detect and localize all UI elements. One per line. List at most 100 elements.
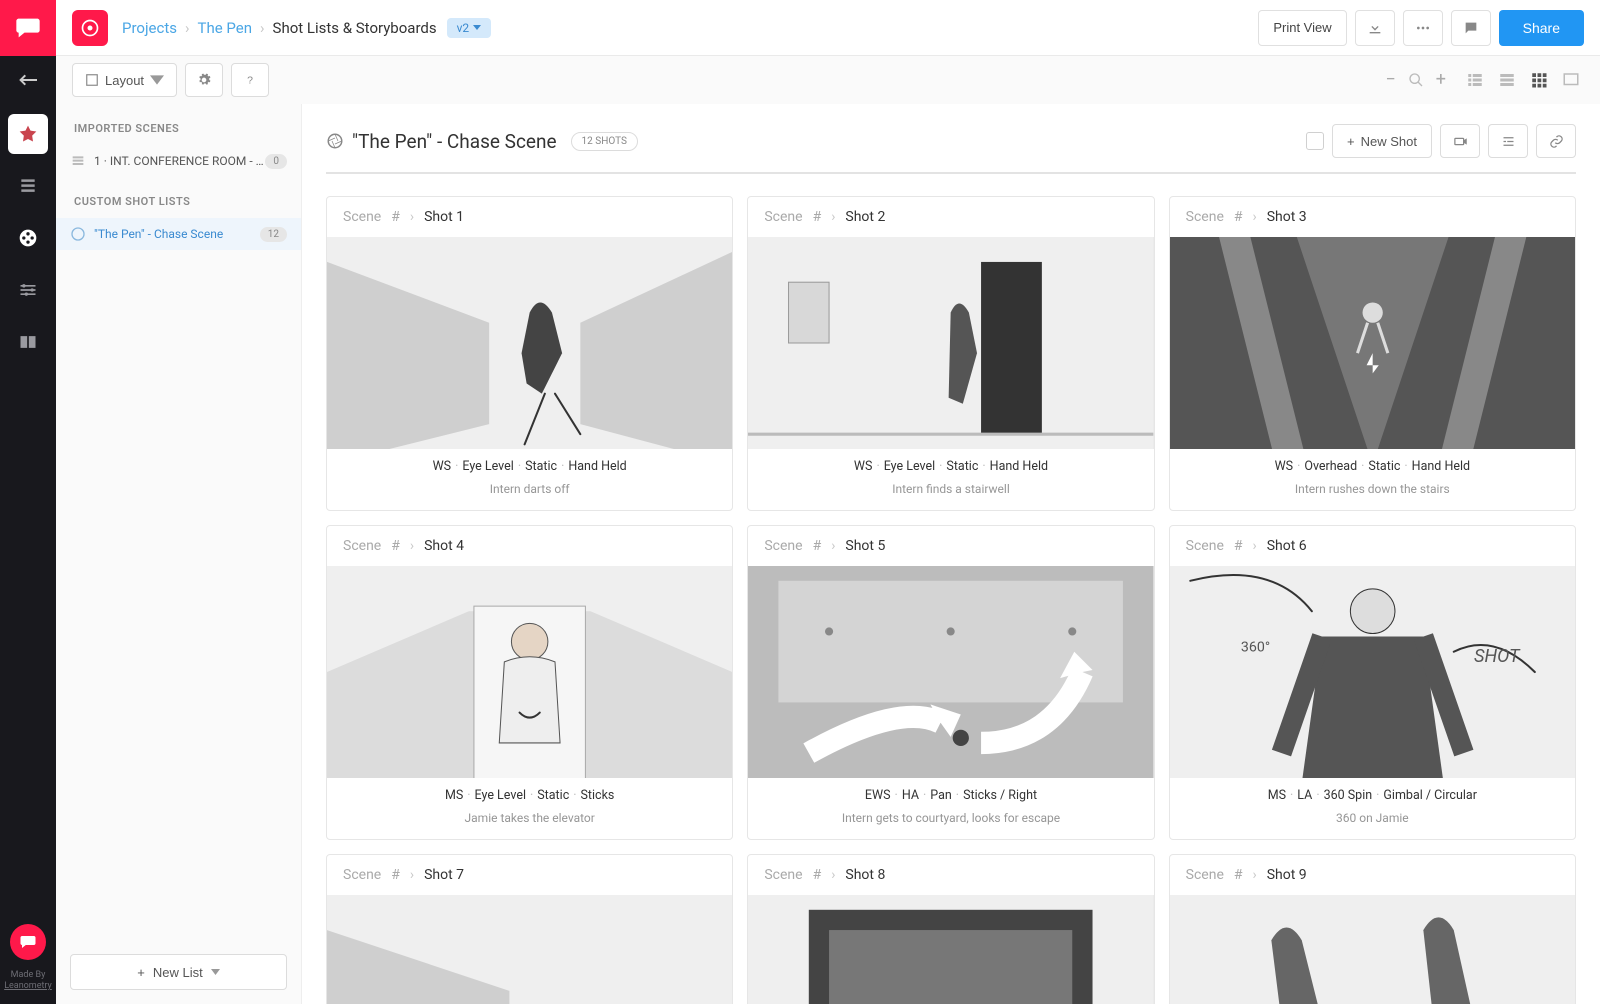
shot-card-header: Scene # › Shot 6 [1170,526,1575,566]
custom-list-label: "The Pen" - Chase Scene [94,227,260,241]
custom-list-row[interactable]: "The Pen" - Chase Scene 12 [56,218,301,250]
scene-hash: # [391,538,400,554]
shot-label: Shot 4 [424,538,464,554]
storyboard-image[interactable] [748,895,1153,1004]
add-columns-button[interactable] [1488,124,1528,158]
help-button[interactable]: ? [231,63,269,97]
new-shot-button[interactable]: + New Shot [1332,124,1432,158]
shot-card[interactable]: Scene # › Shot 5 EWS·HA·Pan·Sticks / Rig… [747,525,1154,840]
app-logo[interactable] [0,0,56,56]
shot-card-header: Scene # › Shot 4 [327,526,732,566]
shot-description: 360 on Jamie [1170,807,1575,839]
shot-tags: EWS·HA·Pan·Sticks / Right [748,778,1153,807]
rail-item-shotlist[interactable] [8,218,48,258]
view-grid-button[interactable] [1526,69,1552,91]
settings-button[interactable] [185,63,223,97]
shot-label: Shot 5 [845,538,885,554]
more-button[interactable] [1403,10,1443,46]
page-title: "The Pen" - Chase Scene [326,130,557,153]
scene-icon [70,153,86,169]
storyboard-image[interactable] [327,237,732,449]
camera-icon [1453,134,1468,149]
svg-text:SHOT: SHOT [1474,646,1521,667]
chat-icon [1463,20,1479,36]
zoom-out-button[interactable]: − [1385,71,1395,89]
breadcrumb-page: Shot Lists & Storyboards [273,19,437,37]
scene-hash: # [1234,867,1243,883]
storyboard-image[interactable] [748,566,1153,778]
shot-card-header: Scene # › Shot 9 [1170,855,1575,895]
layout-dropdown[interactable]: Layout [72,63,177,97]
shot-label: Shot 6 [1267,538,1307,554]
plus-icon: + [1347,134,1355,149]
shot-card[interactable]: Scene # › Shot 7 [326,854,733,1004]
shot-card[interactable]: Scene # › Shot 1 WS·Eye Level·Static·Han… [326,196,733,511]
shot-tags: WS·Eye Level·Static·Hand Held [748,449,1153,478]
shot-tags: MS·LA·360 Spin·Gimbal / Circular [1170,778,1575,807]
scene-label: Scene [343,867,381,883]
chevron-right-icon: › [185,19,190,37]
project-icon[interactable] [72,10,108,46]
storyboard-image[interactable] [1170,237,1575,449]
scene-hash: # [813,867,822,883]
version-dropdown[interactable]: v2 [447,18,492,38]
rail-item-documents[interactable] [8,166,48,206]
camera-button[interactable] [1440,124,1480,158]
shot-card[interactable]: Scene # › Shot 9 [1169,854,1576,1004]
scene-hash: # [1234,538,1243,554]
rail-credit: Made ByLeanometry [4,970,52,992]
search-icon[interactable] [1408,72,1424,88]
question-icon: ? [243,73,257,87]
columns-icon [1501,134,1516,149]
scene-hash: # [391,867,400,883]
imported-scenes-heading: IMPORTED SCENES [56,104,301,145]
shot-label: Shot 9 [1267,867,1307,883]
export-button[interactable] [1355,10,1395,46]
rail-item-project[interactable] [8,114,48,154]
chevron-right-icon: › [831,867,835,883]
shot-card-header: Scene # › Shot 5 [748,526,1153,566]
shot-card-header: Scene # › Shot 2 [748,197,1153,237]
shot-card[interactable]: Scene # › Shot 2 WS·Eye Level·Static·Han… [747,196,1154,511]
left-rail: Made ByLeanometry [0,0,56,1004]
storyboard-image[interactable] [1170,895,1575,1004]
view-rows-button[interactable] [1494,69,1520,91]
chevron-down-icon [473,25,481,30]
scene-label: Scene [764,209,802,225]
shot-label: Shot 2 [845,209,885,225]
link-button[interactable] [1536,124,1576,158]
breadcrumb-projects[interactable]: Projects [122,19,177,37]
print-view-button[interactable]: Print View [1258,10,1346,46]
zoom-controls: − + [1385,71,1446,89]
breadcrumb-project-name[interactable]: The Pen [198,19,253,37]
storyboard-image[interactable] [748,237,1153,449]
aperture-icon [326,132,344,150]
shot-description: Intern gets to courtyard, looks for esca… [748,807,1153,839]
storyboard-image[interactable] [327,895,732,1004]
plus-icon: + [137,965,145,980]
storyboard-image[interactable]: SHOT360° [1170,566,1575,778]
scene-hash: # [813,209,822,225]
chevron-right-icon: › [1253,867,1257,883]
rail-item-settings[interactable] [8,270,48,310]
new-list-button[interactable]: + New List [70,954,287,990]
help-bubble-icon[interactable] [10,924,46,960]
shot-card[interactable]: Scene # › Shot 3 WS·Overhead·Static·Hand… [1169,196,1576,511]
shot-card[interactable]: Scene # › Shot 4 MS·Eye Level·Static·Sti… [326,525,733,840]
comments-button[interactable] [1451,10,1491,46]
view-list-button[interactable] [1462,69,1488,91]
shot-card[interactable]: Scene # › Shot 6 SHOT360° MS·LA·360 Spin… [1169,525,1576,840]
imported-scene-row[interactable]: 1 · INT. CONFERENCE ROOM - DAY 0 [56,145,301,177]
chevron-right-icon: › [410,209,414,225]
shot-label: Shot 7 [424,867,464,883]
back-arrow-icon[interactable] [19,74,37,90]
rail-item-library[interactable] [8,322,48,362]
toolbar-bar: Layout ? − + [56,56,1600,104]
zoom-in-button[interactable]: + [1436,71,1446,89]
select-all-checkbox[interactable] [1306,132,1324,150]
view-slideshow-button[interactable] [1558,69,1584,91]
shot-description: Intern darts off [327,478,732,510]
share-button[interactable]: Share [1499,10,1584,46]
storyboard-image[interactable] [327,566,732,778]
shot-card[interactable]: Scene # › Shot 8 [747,854,1154,1004]
